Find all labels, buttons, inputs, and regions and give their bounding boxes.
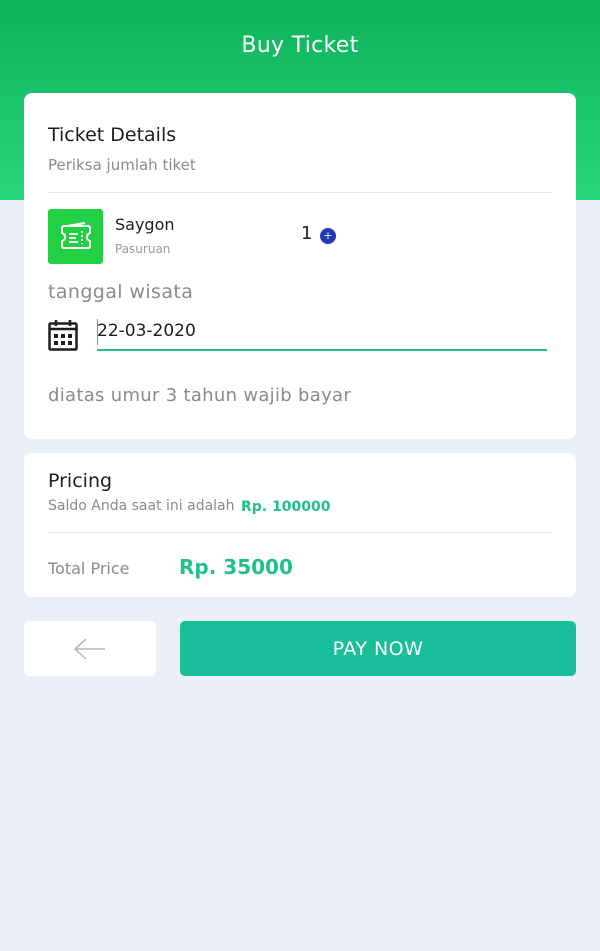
place-city: Pasuruan (115, 242, 171, 256)
pricing-title: Pricing (48, 470, 113, 492)
ticket-details-title: Ticket Details (48, 124, 177, 146)
ticket-icon (48, 209, 103, 264)
balance-value: Rp. 100000 (241, 499, 331, 515)
page-title: Buy Ticket (241, 33, 359, 58)
ticket-details-card: Ticket Details Periksa jumlah tiket Sayg… (24, 93, 576, 439)
total-price-value: Rp. 35000 (179, 555, 293, 579)
balance-label: Saldo Anda saat ini adalah (48, 498, 235, 514)
calendar-icon[interactable] (48, 319, 78, 351)
total-price-label: Total Price (48, 559, 130, 578)
divider (48, 532, 552, 533)
age-note: diatas umur 3 tahun wajib bayar (48, 385, 352, 406)
increment-button[interactable]: + (320, 228, 336, 244)
date-input[interactable]: 22-03-2020 (97, 317, 547, 351)
divider (48, 192, 552, 193)
ticket-quantity: 1 (301, 223, 313, 244)
pay-now-button[interactable]: PAY NOW (180, 621, 576, 676)
ticket-glyph-icon (60, 221, 91, 249)
ticket-details-subtitle: Periksa jumlah tiket (48, 156, 196, 174)
date-label: tanggal wisata (48, 281, 194, 303)
back-button[interactable] (24, 621, 156, 676)
place-name: Saygon (115, 215, 175, 234)
date-value: 22-03-2020 (97, 321, 196, 341)
pricing-card: Pricing Saldo Anda saat ini adalah Rp. 1… (24, 453, 576, 597)
arrow-left-icon (73, 637, 105, 660)
